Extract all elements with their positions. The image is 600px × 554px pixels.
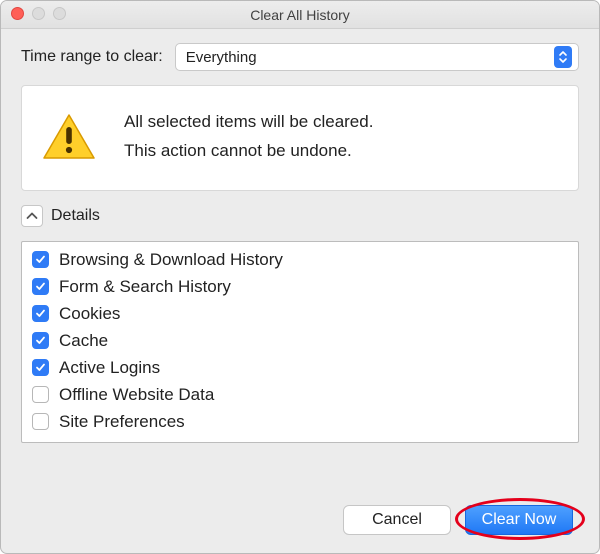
list-item-label: Active Logins — [59, 358, 160, 378]
checkbox[interactable] — [32, 386, 49, 403]
list-item[interactable]: Browsing & Download History — [32, 250, 568, 270]
minimize-icon — [32, 7, 45, 20]
list-item[interactable]: Offline Website Data — [32, 385, 568, 405]
warning-panel: All selected items will be cleared. This… — [21, 85, 579, 191]
details-header[interactable]: Details — [21, 205, 579, 227]
list-item-label: Browsing & Download History — [59, 250, 283, 270]
check-icon — [35, 308, 46, 319]
checkbox[interactable] — [32, 332, 49, 349]
list-item-label: Cache — [59, 331, 108, 351]
warning-text: All selected items will be cleared. This… — [124, 108, 373, 166]
list-item[interactable]: Form & Search History — [32, 277, 568, 297]
time-range-label: Time range to clear: — [21, 48, 163, 66]
zoom-icon — [53, 7, 66, 20]
list-item[interactable]: Site Preferences — [32, 412, 568, 432]
disclosure-button[interactable] — [21, 205, 43, 227]
list-item-label: Form & Search History — [59, 277, 231, 297]
dialog-window: Clear All History Time range to clear: E… — [0, 0, 600, 554]
warning-line-2: This action cannot be undone. — [124, 137, 373, 166]
details-label: Details — [51, 207, 100, 225]
warning-line-1: All selected items will be cleared. — [124, 108, 373, 137]
window-title: Clear All History — [250, 7, 350, 23]
clear-now-wrapper: Clear Now — [465, 505, 573, 535]
list-item-label: Site Preferences — [59, 412, 185, 432]
check-icon — [35, 362, 46, 373]
checkbox[interactable] — [32, 305, 49, 322]
list-item[interactable]: Active Logins — [32, 358, 568, 378]
checkbox[interactable] — [32, 251, 49, 268]
checkbox[interactable] — [32, 413, 49, 430]
list-item[interactable]: Cookies — [32, 304, 568, 324]
titlebar: Clear All History — [1, 1, 599, 29]
list-item-label: Cookies — [59, 304, 120, 324]
chevron-up-icon — [26, 212, 38, 220]
checkbox[interactable] — [32, 359, 49, 376]
time-range-row: Time range to clear: Everything — [21, 43, 579, 71]
list-item[interactable]: Cache — [32, 331, 568, 351]
check-icon — [35, 254, 46, 265]
select-arrows-icon — [554, 46, 572, 68]
warning-icon — [42, 113, 96, 161]
time-range-value: Everything — [186, 49, 257, 66]
clear-now-button[interactable]: Clear Now — [465, 505, 573, 535]
check-icon — [35, 281, 46, 292]
time-range-select[interactable]: Everything — [175, 43, 579, 71]
close-icon[interactable] — [11, 7, 24, 20]
checkbox[interactable] — [32, 278, 49, 295]
dialog-content: Time range to clear: Everything All sele… — [1, 29, 599, 553]
cancel-button[interactable]: Cancel — [343, 505, 451, 535]
window-controls — [11, 7, 66, 20]
list-item-label: Offline Website Data — [59, 385, 214, 405]
check-icon — [35, 335, 46, 346]
button-row: Cancel Clear Now — [21, 505, 579, 535]
details-list: Browsing & Download History Form & Search… — [21, 241, 579, 443]
